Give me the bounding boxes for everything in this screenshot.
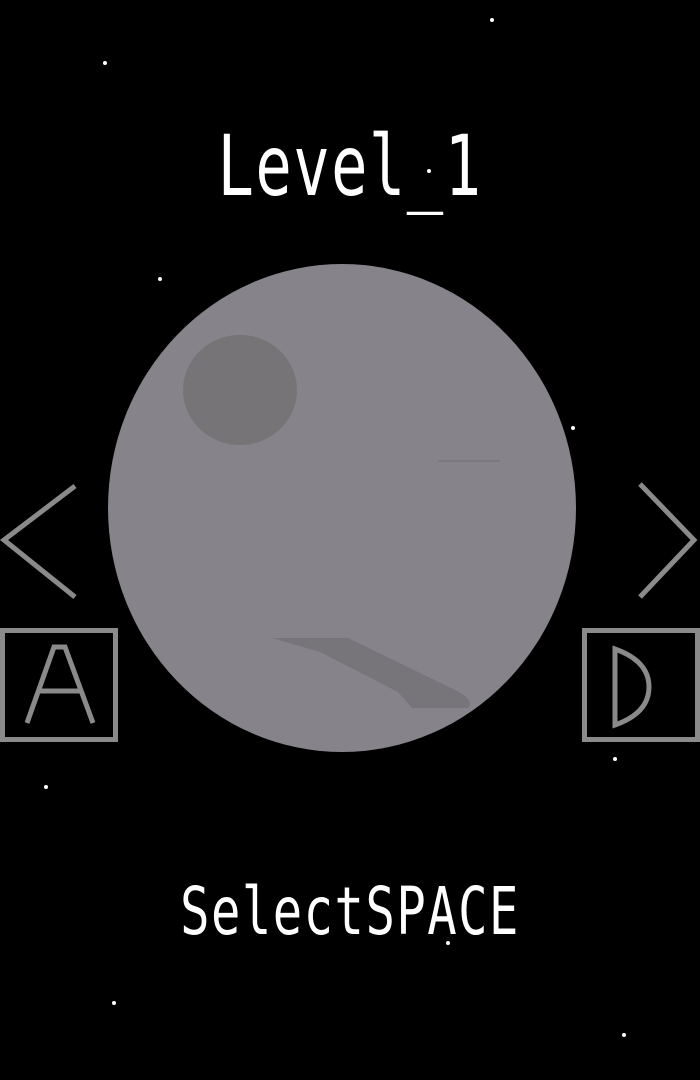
select-space-hint: SelectSPACE [180,873,520,950]
chevron-left-icon[interactable] [0,480,80,604]
key-a-glyph [24,644,96,724]
planet-crater [183,335,297,445]
key-d-button[interactable]: D [582,628,700,742]
level-select-screen: Level_1 A D SelectSPACE [0,0,700,1080]
chevron-right-icon[interactable] [630,480,700,604]
key-a-button[interactable]: A [0,628,118,742]
key-d-glyph [612,645,652,729]
planet-body [108,264,576,752]
